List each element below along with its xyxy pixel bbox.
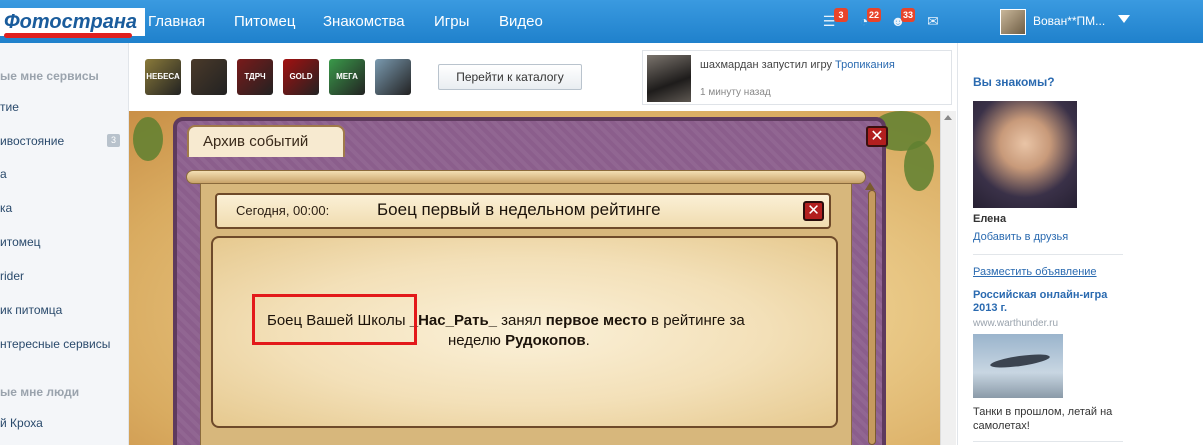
nav-games[interactable]: Игры xyxy=(434,0,469,43)
gold-slots-game-icon[interactable]: GOLD SLOTS xyxy=(283,59,319,95)
events-badge: 22 xyxy=(867,8,882,22)
ad-url: www.warthunder.ru xyxy=(973,318,1059,329)
msg-text: занял xyxy=(497,312,546,329)
sky-game-icon[interactable] xyxy=(375,59,411,95)
sidebar-item-7[interactable]: ик питомца xyxy=(0,303,62,317)
page-scrollbar[interactable] xyxy=(940,111,956,445)
dialog-scrollbar[interactable] xyxy=(868,190,876,445)
mail-icon[interactable]: ✉ xyxy=(924,12,942,30)
sidebar-divider xyxy=(973,441,1123,442)
dialog-title-tab: Архив событий xyxy=(187,125,345,157)
feed-game-link[interactable]: Тропикания xyxy=(835,59,895,71)
sidebar-item-6[interactable]: rider xyxy=(0,269,24,283)
username[interactable]: Вован**ПМ... xyxy=(1033,0,1105,43)
foliage-decoration xyxy=(904,141,934,191)
battle-game-icon[interactable] xyxy=(191,59,227,95)
logo-underline xyxy=(4,33,132,38)
sidebar-item-4[interactable]: ка xyxy=(0,201,12,215)
feed-text: шахмардан запустил игру Тропикания xyxy=(700,59,895,71)
tdrive-game-icon[interactable]: ТДРЧ xyxy=(237,59,273,95)
sidebar-divider xyxy=(973,254,1123,255)
sidebar-item-1[interactable]: тие xyxy=(0,100,19,114)
sidebar-count-badge: 3 xyxy=(107,134,120,147)
dialog-scroll-up-icon[interactable] xyxy=(865,182,875,190)
sidebar-item-8[interactable]: нтересные сервисы xyxy=(0,337,110,351)
nav-dating[interactable]: Знакомства xyxy=(323,0,405,43)
go-to-catalog-button[interactable]: Перейти к каталогу xyxy=(438,64,582,90)
sidebar-section-services: ые мне сервисы xyxy=(0,69,99,83)
feed-user-avatar[interactable] xyxy=(647,55,691,102)
scroll-up-icon[interactable] xyxy=(944,115,952,120)
feed-badge: 3 xyxy=(834,8,848,22)
close-event-button[interactable]: ✕ xyxy=(803,201,824,221)
feed-user[interactable]: шахмардан xyxy=(700,59,759,71)
msg-text: . xyxy=(585,332,590,349)
activity-feed-card: шахмардан запустил игру Тропикания 1 мин… xyxy=(642,50,952,105)
msg-text: в рейтинге за xyxy=(646,312,745,329)
mega-game-icon[interactable]: МЕГА xyxy=(329,59,365,95)
nav-home[interactable]: Главная xyxy=(148,0,205,43)
msg-fighter-name: _Нас_Рать_ xyxy=(409,312,498,329)
event-message-line-2: неделю Рудокопов. xyxy=(448,332,590,349)
heaven-game-icon[interactable]: НЕБЕСА xyxy=(145,59,181,95)
ad-text[interactable]: Танки в прошлом, летай на самолетах! xyxy=(973,405,1123,433)
add-friend-link[interactable]: Добавить в друзья xyxy=(973,231,1068,243)
friends-badge: 33 xyxy=(901,8,916,22)
msg-place: первое место xyxy=(545,312,647,329)
sidebar-item-2[interactable]: ивостояние xyxy=(0,134,64,148)
close-dialog-button[interactable]: ✕ xyxy=(866,126,888,147)
foliage-decoration xyxy=(133,117,163,161)
site-logo[interactable]: Фотострана xyxy=(0,8,146,36)
suggested-person-photo[interactable] xyxy=(973,101,1077,208)
sidebar-person-1[interactable]: й Кроха xyxy=(0,416,43,430)
feed-action: запустил игру xyxy=(761,59,832,71)
place-ad-link[interactable]: Разместить объявление xyxy=(973,266,1097,278)
msg-rating-name: Рудокопов xyxy=(505,332,586,349)
top-bar: Фотострана Главная Питомец Знакомства Иг… xyxy=(0,0,1203,43)
event-title: Боец первый в недельном рейтинге xyxy=(377,200,661,219)
event-date: Сегодня, 00:00: xyxy=(236,203,330,218)
red-highlight-annotation xyxy=(252,294,417,345)
suggested-person-name[interactable]: Елена xyxy=(973,213,1006,225)
games-strip: НЕБЕСА ТДРЧ GOLD SLOTS МЕГА Перейти к катал… xyxy=(129,43,957,111)
chevron-down-icon[interactable] xyxy=(1118,15,1130,23)
user-avatar[interactable] xyxy=(1000,9,1026,35)
nav-pet[interactable]: Питомец xyxy=(234,0,295,43)
feed-time: 1 минуту назад xyxy=(700,87,771,98)
sidebar-item-5[interactable]: итомец xyxy=(0,235,41,249)
suggestion-title: Вы знакомы? xyxy=(973,75,1055,89)
ad-title[interactable]: Российская онлайн-игра 2013 г. xyxy=(973,289,1123,315)
sidebar-item-3[interactable]: а xyxy=(0,167,7,181)
sidebar-section-people: ые мне люди xyxy=(0,385,80,399)
nav-video[interactable]: Видео xyxy=(499,0,543,43)
scroll-roll-decoration xyxy=(186,170,866,184)
msg-text: неделю xyxy=(448,332,506,349)
